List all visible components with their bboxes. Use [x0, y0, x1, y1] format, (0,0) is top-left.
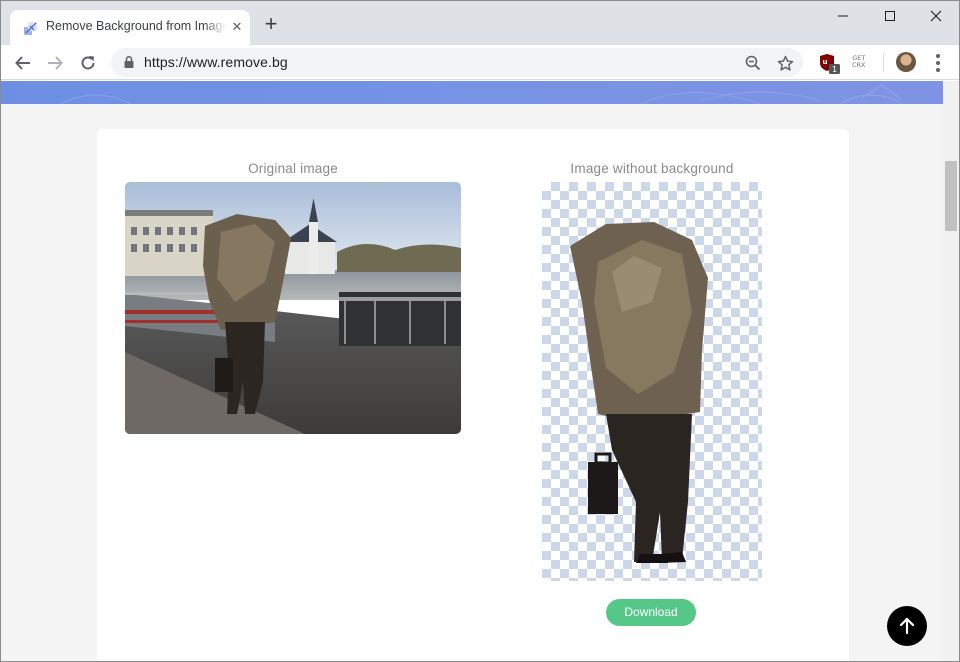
- result-image-caption: Image without background: [570, 161, 734, 176]
- menu-dot-icon: [936, 54, 940, 58]
- ublock-shield-icon: u 1: [820, 54, 840, 74]
- close-icon: [930, 10, 942, 22]
- arrow-up-icon: [899, 617, 915, 635]
- get-crx-extension-button[interactable]: GET CRX: [852, 55, 866, 69]
- original-image-caption: Original image: [248, 161, 338, 176]
- browser-menu-button[interactable]: [931, 53, 945, 73]
- forward-button[interactable]: [41, 49, 69, 77]
- original-image: [125, 182, 461, 434]
- ublock-extension-button[interactable]: u 1: [819, 53, 841, 80]
- lock-icon: [124, 55, 134, 68]
- tab-strip: Remove Background from Image ✕ +: [1, 1, 959, 45]
- bookmark-button[interactable]: [775, 53, 795, 73]
- menu-dot-icon: [936, 61, 940, 65]
- maximize-icon: [885, 11, 895, 21]
- tab-remove-bg[interactable]: Remove Background from Image ✕: [10, 10, 250, 45]
- result-card: Original image Image without background: [97, 129, 849, 661]
- scrollbar-thumb[interactable]: [945, 161, 957, 231]
- url-text[interactable]: https://www.remove.bg: [144, 54, 288, 70]
- download-button[interactable]: Download: [606, 599, 696, 626]
- zoom-out-icon: [745, 55, 761, 71]
- page-content: Original image Image without background: [1, 81, 943, 661]
- browser-toolbar: https://www.remove.bg u 1 GET CRX: [1, 45, 959, 80]
- svg-text:u: u: [823, 58, 828, 66]
- page-scrollbar[interactable]: [943, 81, 959, 661]
- tab-close-icon[interactable]: ✕: [230, 20, 244, 34]
- arrow-right-icon: [48, 56, 63, 70]
- address-bar[interactable]: https://www.remove.bg: [111, 48, 803, 77]
- result-image: [542, 182, 762, 581]
- close-window-button[interactable]: [913, 1, 959, 31]
- tab-title: Remove Background from Image: [46, 19, 226, 33]
- crx-label-line2: CRX: [852, 61, 866, 69]
- browser-window: Remove Background from Image ✕ + https:/…: [0, 0, 960, 662]
- profile-avatar[interactable]: [896, 52, 916, 72]
- scroll-to-top-button[interactable]: [887, 606, 927, 646]
- star-icon: [777, 55, 793, 71]
- reload-icon: [81, 56, 95, 70]
- banner-pattern: [60, 84, 902, 105]
- arrow-left-icon: [15, 56, 30, 70]
- zoom-button[interactable]: [743, 53, 763, 73]
- menu-dot-icon: [936, 68, 940, 72]
- new-tab-button[interactable]: +: [260, 13, 282, 36]
- back-button[interactable]: [9, 49, 37, 77]
- toolbar-separator: [883, 53, 884, 72]
- remove-bg-favicon-icon: [24, 22, 37, 35]
- reload-button[interactable]: [74, 49, 102, 77]
- ublock-badge-count: 1: [832, 65, 837, 74]
- minimize-button[interactable]: [820, 1, 866, 31]
- maximize-button[interactable]: [867, 1, 913, 31]
- minimize-icon: [838, 15, 848, 17]
- header-banner: [1, 81, 943, 105]
